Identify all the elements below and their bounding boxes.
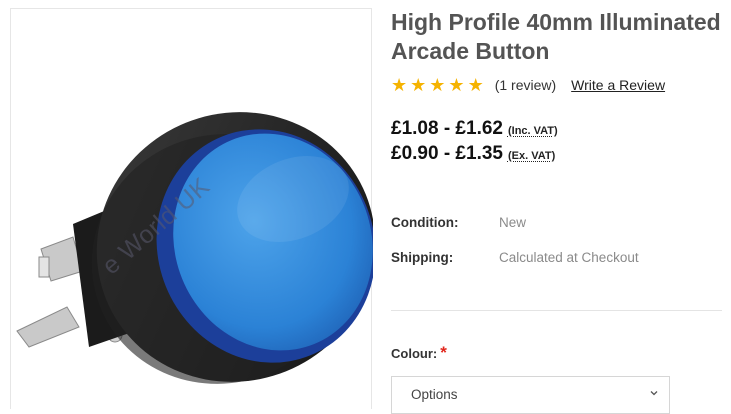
rating-row: ★ ★ ★ ★ ★ (1 review) Write a Review	[391, 75, 665, 95]
shipping-label: Shipping:	[391, 250, 454, 265]
spec-shipping: Shipping: Calculated at Checkout	[391, 250, 639, 265]
spec-condition: Condition: New	[391, 215, 526, 230]
star-icon: ★	[467, 75, 484, 95]
star-icon: ★	[429, 75, 446, 95]
write-review-link[interactable]: Write a Review	[571, 77, 665, 93]
colour-label: Colour: *	[391, 343, 447, 363]
colour-select-value: Options	[411, 387, 458, 402]
price-ex-vat-row: £0.90 - £1.35 (Ex. VAT)	[391, 143, 555, 165]
shipping-value: Calculated at Checkout	[499, 250, 639, 265]
price-inc-vat-row: £1.08 - £1.62 (Inc. VAT)	[391, 118, 558, 140]
price-inc-vat: £1.08 - £1.62	[391, 118, 503, 139]
star-icon: ★	[410, 75, 427, 95]
star-icon: ★	[448, 75, 465, 95]
chevron-down-icon	[650, 391, 658, 396]
review-count[interactable]: (1 review)	[495, 77, 556, 93]
star-rating: ★ ★ ★ ★ ★	[391, 76, 484, 94]
product-title-line1: High Profile 40mm Illuminated	[391, 9, 721, 35]
colour-label-text: Colour:	[391, 346, 438, 361]
price-ex-vat: £0.90 - £1.35	[391, 143, 503, 164]
product-image-panel[interactable]: e World UK	[10, 8, 373, 409]
divider	[391, 310, 722, 311]
required-asterisk: *	[440, 343, 447, 362]
condition-label: Condition:	[391, 215, 459, 230]
inc-vat-label[interactable]: (Inc. VAT)	[508, 125, 558, 137]
condition-value: New	[499, 215, 527, 230]
product-title: High Profile 40mm Illuminated Arcade But…	[391, 8, 731, 66]
colour-select[interactable]: Options	[391, 376, 670, 414]
star-icon: ★	[391, 75, 408, 95]
product-title-line2: Arcade Button	[391, 38, 550, 64]
ex-vat-label[interactable]: (Ex. VAT)	[508, 150, 555, 162]
